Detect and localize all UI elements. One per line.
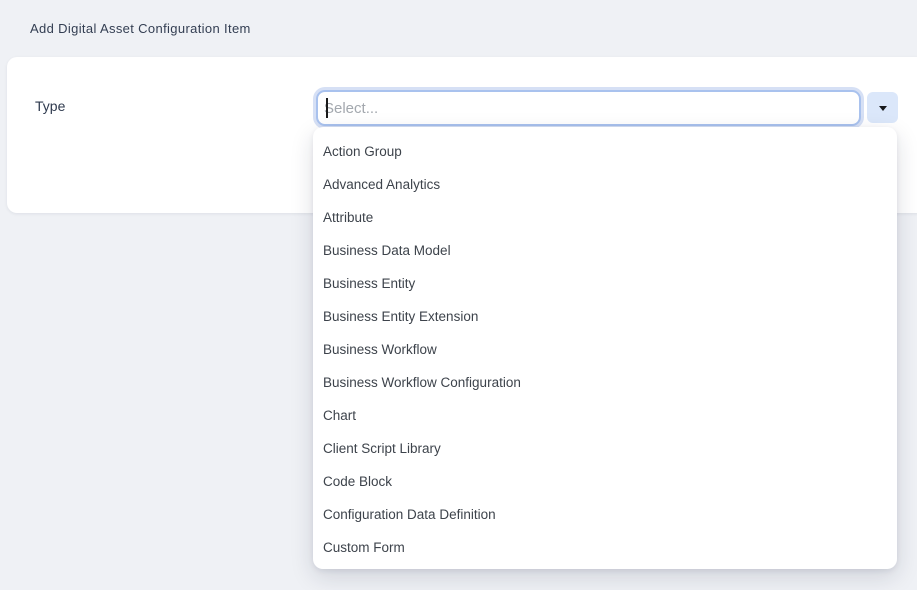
type-select-input[interactable] — [316, 90, 861, 126]
dropdown-option[interactable]: Configuration Data Definition — [313, 498, 897, 531]
dropdown-option[interactable]: Business Data Model — [313, 234, 897, 267]
dropdown-option[interactable]: Business Workflow Configuration — [313, 366, 897, 399]
page-title: Add Digital Asset Configuration Item — [30, 0, 251, 57]
dropdown-option[interactable]: Business Workflow — [313, 333, 897, 366]
dropdown-option[interactable]: Client Script Library — [313, 432, 897, 465]
dropdown-option[interactable]: Business Entity Extension — [313, 300, 897, 333]
caret-down-icon — [879, 106, 887, 111]
dropdown-option[interactable]: Action Group — [313, 135, 897, 168]
type-field-label: Type — [35, 90, 65, 122]
dropdown-option[interactable]: Business Entity — [313, 267, 897, 300]
type-select-wrap — [316, 90, 861, 126]
dropdown-option[interactable]: Custom Form — [313, 531, 897, 564]
dropdown-option[interactable]: Attribute — [313, 201, 897, 234]
type-options-dropdown: Action GroupAdvanced AnalyticsAttributeB… — [313, 127, 897, 569]
dropdown-toggle-button[interactable] — [867, 92, 898, 123]
dropdown-option[interactable]: Advanced Analytics — [313, 168, 897, 201]
dropdown-option[interactable]: Chart — [313, 399, 897, 432]
text-cursor — [326, 98, 328, 118]
dropdown-option[interactable]: Code Block — [313, 465, 897, 498]
